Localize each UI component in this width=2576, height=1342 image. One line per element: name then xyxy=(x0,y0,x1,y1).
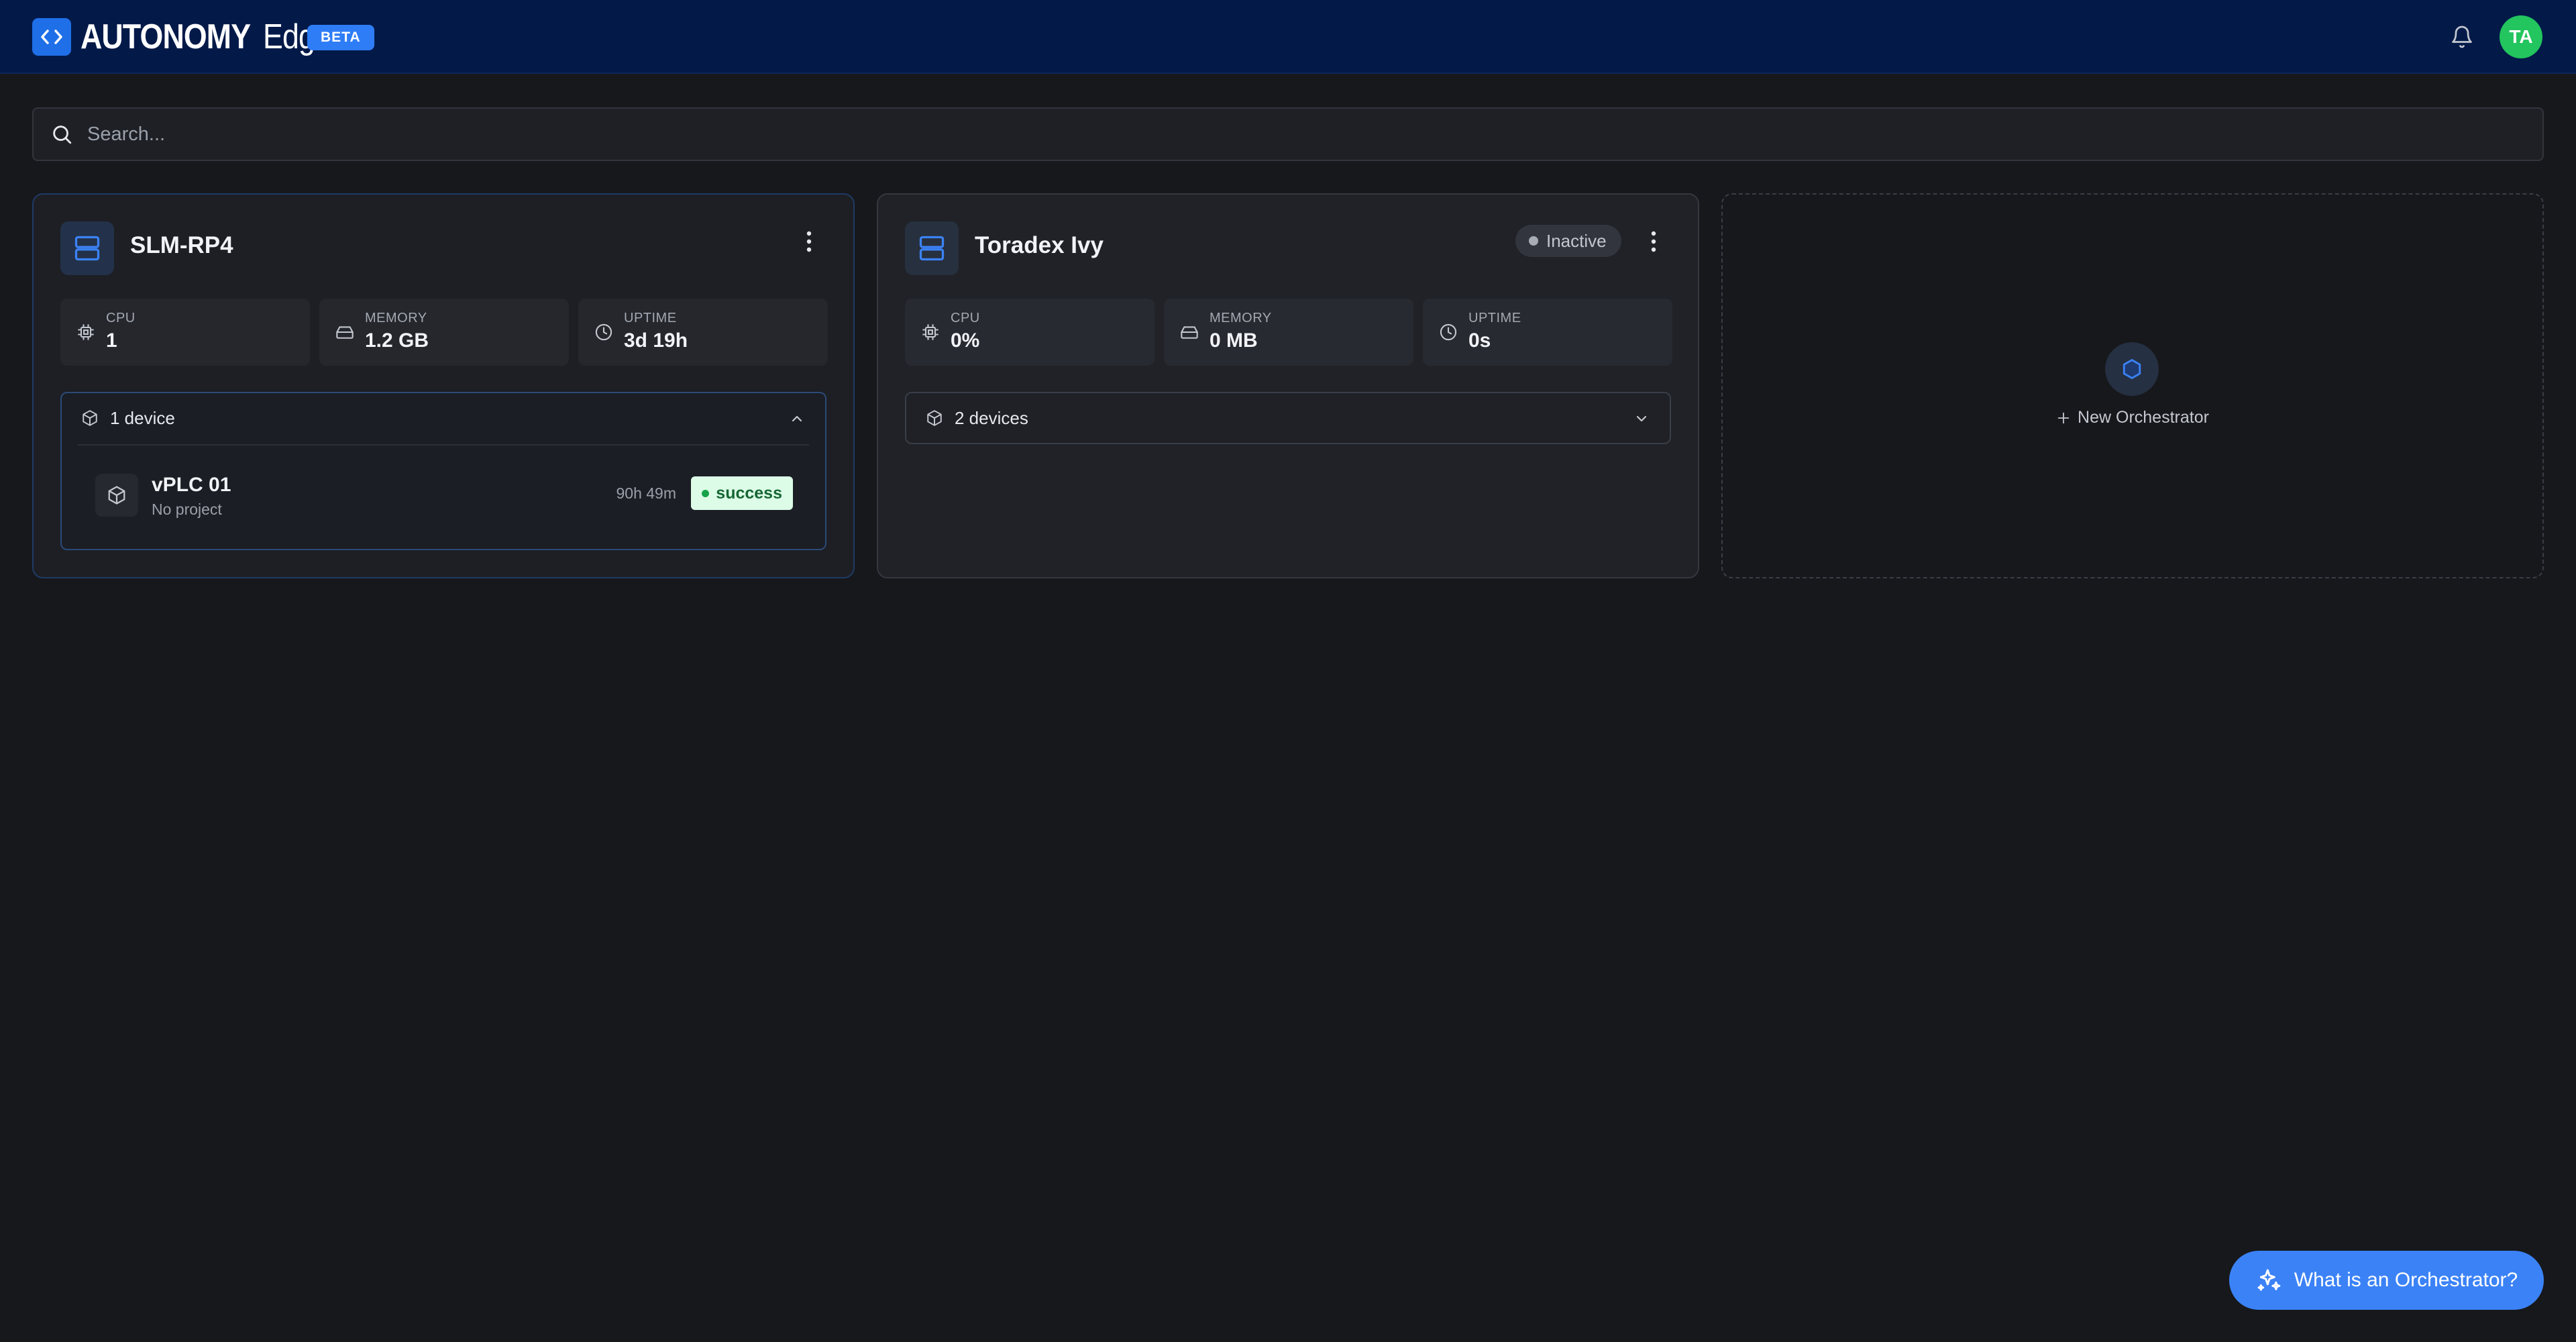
sparkles-icon xyxy=(2257,1269,2281,1291)
cpu-icon xyxy=(920,321,941,343)
uptime-label: UPTIME xyxy=(624,311,677,325)
devices-count: 2 devices xyxy=(955,407,1028,428)
status-dot xyxy=(702,489,710,497)
search-input[interactable] xyxy=(87,109,2542,160)
server-icon xyxy=(60,221,114,275)
status-text: success xyxy=(716,483,782,503)
clock-icon xyxy=(593,321,614,343)
brand-strong-text: AUTONOMY xyxy=(80,17,251,56)
more-options-button[interactable] xyxy=(794,225,824,258)
server-icon xyxy=(905,221,959,275)
devices-count: 1 device xyxy=(110,407,175,428)
beta-badge: BETA xyxy=(307,25,374,50)
memory-icon xyxy=(334,321,356,343)
divider xyxy=(78,444,809,446)
uptime-value: 3d 19h xyxy=(624,329,688,352)
memory-metric: MEMORY 0 MB xyxy=(1164,299,1413,366)
uptime-metric: UPTIME 0s xyxy=(1423,299,1672,366)
brand-name[interactable]: AUTONOMY Edge xyxy=(80,17,342,56)
device-uptime: 90h 49m xyxy=(616,484,676,502)
more-vertical-icon xyxy=(1651,231,1656,252)
hexagon-icon xyxy=(2105,342,2159,396)
search-bar xyxy=(32,107,2544,161)
what-is-orchestrator-button[interactable]: What is an Orchestrator? xyxy=(2229,1251,2544,1310)
package-icon xyxy=(924,407,945,429)
more-options-button[interactable] xyxy=(1639,225,1668,258)
device-name: vPLC 01 xyxy=(152,474,231,496)
memory-label: MEMORY xyxy=(1210,311,1272,325)
orchestrator-name: SLM-RP4 xyxy=(130,232,233,258)
user-avatar[interactable]: TA xyxy=(2500,15,2542,58)
memory-value: 1.2 GB xyxy=(365,329,429,352)
uptime-value: 0s xyxy=(1468,329,1491,352)
device-row[interactable]: vPLC 01 No project 90h 49m success xyxy=(62,467,825,534)
orchestrator-name: Toradex Ivy xyxy=(975,232,1104,258)
search-icon xyxy=(48,121,75,148)
new-orchestrator-label: New Orchestrator xyxy=(2078,408,2209,427)
status-dot xyxy=(1529,236,1538,246)
status-badge: Inactive xyxy=(1515,225,1621,257)
chevron-up-icon xyxy=(786,408,808,429)
chevron-down-icon xyxy=(1631,408,1652,429)
logo-code-icon[interactable] xyxy=(32,18,71,56)
cpu-value: 1 xyxy=(106,329,117,352)
devices-panel: 2 devices xyxy=(905,392,1671,444)
new-orchestrator-card[interactable]: New Orchestrator xyxy=(1721,193,2544,578)
orchestrator-card[interactable]: Toradex Ivy Inactive CPU 0% MEMORY 0 MB xyxy=(877,193,1699,578)
uptime-metric: UPTIME 3d 19h xyxy=(578,299,828,366)
device-project: No project xyxy=(152,501,222,518)
memory-icon xyxy=(1179,321,1200,343)
memory-value: 0 MB xyxy=(1210,329,1258,352)
package-icon xyxy=(95,474,138,517)
devices-panel: 1 device vPLC 01 No project 90h 49m succ… xyxy=(60,392,826,550)
devices-toggle[interactable]: 2 devices xyxy=(906,393,1670,443)
bell-icon xyxy=(2452,25,2472,48)
devices-toggle[interactable]: 1 device xyxy=(62,393,825,443)
cpu-label: CPU xyxy=(106,311,136,325)
plus-icon xyxy=(2057,412,2070,423)
new-orchestrator-button[interactable]: New Orchestrator xyxy=(1723,408,2542,427)
memory-metric: MEMORY 1.2 GB xyxy=(319,299,569,366)
cpu-icon xyxy=(75,321,97,343)
top-bar: AUTONOMY Edge BETA TA xyxy=(0,0,2576,74)
memory-label: MEMORY xyxy=(365,311,427,325)
more-vertical-icon xyxy=(806,231,812,252)
status-text: Inactive xyxy=(1546,230,1607,251)
clock-icon xyxy=(1438,321,1459,343)
package-icon xyxy=(79,407,101,429)
uptime-label: UPTIME xyxy=(1468,311,1521,325)
notifications-button[interactable] xyxy=(2447,22,2477,52)
cpu-value: 0% xyxy=(951,329,980,352)
help-label: What is an Orchestrator? xyxy=(2294,1269,2518,1291)
cpu-metric: CPU 1 xyxy=(60,299,310,366)
orchestrator-card[interactable]: SLM-RP4 CPU 1 MEMORY 1.2 GB UPTIME 3d 19… xyxy=(32,193,855,578)
status-badge: success xyxy=(691,476,793,510)
cpu-metric: CPU 0% xyxy=(905,299,1155,366)
cpu-label: CPU xyxy=(951,311,980,325)
